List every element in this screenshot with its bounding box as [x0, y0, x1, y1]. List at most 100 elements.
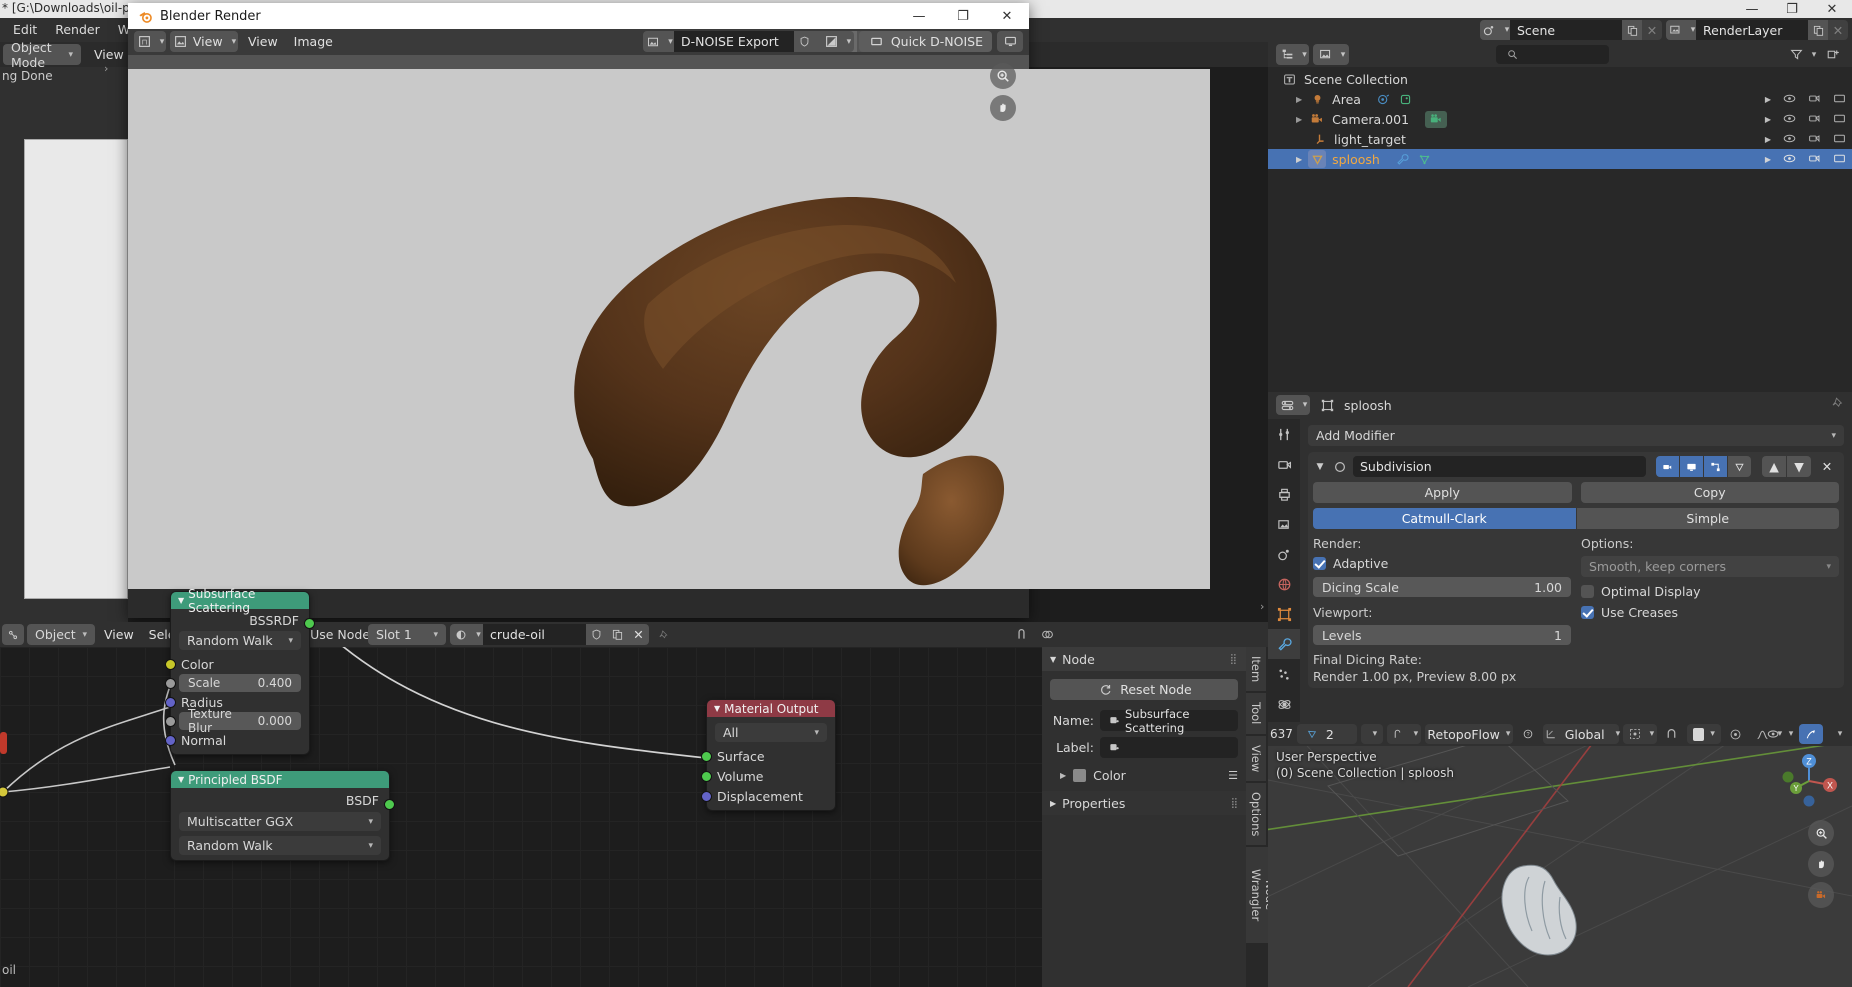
node-header[interactable]: ▼ Subsurface Scattering [171, 587, 309, 615]
tab-tool[interactable] [1268, 419, 1300, 449]
menu-render[interactable]: Render [46, 19, 109, 41]
node-header[interactable]: ▼ Material Output [707, 700, 835, 717]
ntab-item[interactable]: Item [1246, 647, 1266, 692]
socket-normal[interactable] [165, 734, 176, 746]
render-view-menu[interactable]: View [242, 31, 284, 52]
add-modifier-dropdown[interactable]: Add Modifier ▾ [1308, 425, 1844, 446]
display-device-button[interactable] [997, 31, 1023, 52]
shader-editor-type-button[interactable] [2, 624, 24, 645]
grip-icon[interactable]: ⣿ [1231, 798, 1238, 809]
properties-pin-button[interactable] [1832, 397, 1844, 412]
row-toggles-area[interactable]: ▶ [1756, 129, 1846, 149]
modifier-render-toggle[interactable] [1656, 456, 1679, 477]
modifier-apply-button[interactable]: Apply [1313, 482, 1572, 503]
quick-denoise-button[interactable]: Quick D-NOISE [858, 31, 992, 52]
mode-selector[interactable]: Object Mode ▾ [3, 40, 81, 70]
render-slot-button[interactable]: ▾ [819, 31, 854, 52]
socket-bsdf[interactable] [384, 799, 395, 810]
viewlayer-unlink-button[interactable]: ✕ [1828, 20, 1848, 40]
visibility-dropdown[interactable]: ▾ [1762, 724, 1796, 744]
snap-target-dropdown[interactable]: ▾ [1686, 724, 1721, 744]
sss-method-dropdown[interactable]: Random Walk ▾ [179, 631, 301, 650]
pivot-point-dropdown[interactable]: ▾ [1622, 724, 1657, 744]
node-principled-bsdf[interactable]: ▼ Principled BSDF BSDF Multiscatter GGX ▾… [170, 770, 395, 861]
triangle-right-icon[interactable]: ▶ [1060, 771, 1066, 780]
triangle-down-icon[interactable]: ▼ [178, 596, 184, 605]
row-toggles-area[interactable]: ▶ [1756, 109, 1846, 129]
camera-render-icon[interactable] [1808, 132, 1821, 147]
camera-render-icon[interactable] [1808, 112, 1821, 127]
subdiv-simple-button[interactable]: Simple [1576, 508, 1839, 529]
modifier-viewport-toggle[interactable] [1680, 456, 1703, 477]
bg-minimize-button[interactable]: — [1732, 0, 1772, 18]
tab-scene[interactable] [1268, 539, 1300, 569]
properties-editor-type-button[interactable]: ▾ [1276, 395, 1310, 415]
render-maximize-button[interactable]: ❐ [941, 3, 985, 29]
menu-edit[interactable]: Edit [4, 19, 46, 41]
socket-volume[interactable] [701, 770, 712, 782]
row-toggles-area[interactable]: ▶ [1756, 149, 1846, 169]
scene-unlink-button[interactable]: ✕ [1642, 20, 1662, 40]
expand-icon[interactable]: ▶ [1296, 95, 1302, 104]
outliner-editor-type-button[interactable]: ▾ [1276, 44, 1309, 65]
screen-icon[interactable] [1833, 152, 1846, 167]
row-toggles-area[interactable]: ▶ [1756, 89, 1846, 109]
gizmo-dropdown[interactable]: ▾ [1826, 724, 1848, 744]
output-target-dropdown[interactable]: All ▾ [715, 723, 827, 742]
viewlayer-new-button[interactable] [1808, 20, 1828, 40]
subdiv-catmull-clark-button[interactable]: Catmull-Clark [1313, 508, 1576, 529]
tab-render[interactable] [1268, 449, 1300, 479]
socket-scale[interactable] [165, 678, 176, 689]
tab-physics[interactable] [1268, 689, 1300, 719]
navigation-gizmo[interactable]: Z X Y [1780, 752, 1838, 810]
uv-smooth-dropdown[interactable]: Smooth, keep corners ▾ [1581, 556, 1839, 577]
shading-mode-button[interactable]: ▾ [1386, 724, 1421, 744]
material-unlink-button[interactable]: ✕ [628, 624, 649, 645]
proportional-editing-button[interactable] [1725, 724, 1747, 744]
scene-new-button[interactable] [1622, 20, 1642, 40]
zoom-gizmo-button[interactable] [990, 63, 1016, 89]
dicing-scale-slider[interactable]: Dicing Scale 1.00 [1313, 577, 1571, 597]
viewport-camera-gizmo[interactable] [1808, 882, 1834, 908]
node-material-output[interactable]: ▼ Material Output All ▾ Surface Volume Di… [701, 699, 836, 811]
shader-type-dropdown[interactable]: Object ▾ [27, 624, 95, 645]
expand-icon[interactable]: ▶ [1765, 155, 1771, 164]
render-image-menu[interactable]: Image [288, 31, 339, 52]
constraint-icon[interactable] [1397, 90, 1415, 108]
list-icon[interactable]: ☰ [1228, 769, 1238, 782]
modifier-move-up-button[interactable]: ▲ [1762, 456, 1786, 477]
pan-gizmo-button[interactable] [990, 95, 1016, 121]
grip-icon[interactable]: ⣿ [1230, 654, 1238, 665]
adaptive-checkbox[interactable] [1313, 557, 1326, 570]
expand-icon[interactable]: ▶ [1765, 115, 1771, 124]
modifier-icon[interactable] [1394, 150, 1412, 168]
expand-icon[interactable]: ▶ [1296, 115, 1302, 124]
material-new-button[interactable] [607, 624, 628, 645]
triangle-down-icon[interactable]: ▼ [1313, 462, 1327, 472]
snap-icon[interactable] [1012, 625, 1030, 643]
npanel-node-section-header[interactable]: ▼ Node ⣿ [1042, 647, 1246, 671]
reset-node-button[interactable]: Reset Node [1050, 679, 1238, 700]
camera-render-icon[interactable] [1808, 152, 1821, 167]
eye-icon[interactable] [1783, 92, 1796, 107]
levels-slider[interactable]: Levels 1 [1313, 625, 1571, 645]
display-mode-button[interactable]: View ▾ [170, 31, 238, 52]
modifier-delete-button[interactable]: ✕ [1815, 456, 1839, 477]
bg-close-button[interactable]: ✕ [1812, 0, 1852, 18]
node-label-field[interactable] [1100, 737, 1238, 758]
shader-view-menu[interactable]: View [98, 624, 140, 645]
tab-modifier[interactable] [1268, 629, 1300, 659]
socket-surface[interactable] [701, 750, 712, 762]
optimal-display-checkbox[interactable] [1581, 585, 1594, 598]
transform-orientation-dropdown[interactable]: Global ▾ [1542, 724, 1620, 744]
triangle-down-icon[interactable]: ▼ [1050, 655, 1056, 664]
ntab-tool[interactable]: Tool [1246, 693, 1266, 734]
mesh-data-icon[interactable] [1416, 150, 1434, 168]
region-toggle-chevron-icon[interactable]: › [104, 62, 114, 76]
outliner-display-mode-button[interactable]: ▾ [1313, 44, 1349, 65]
tab-view-layer[interactable] [1268, 509, 1300, 539]
scene-datablock-selector[interactable]: ▾ Scene ✕ [1480, 20, 1662, 40]
help-button[interactable]: ? [1517, 724, 1539, 744]
socket-displacement[interactable] [701, 790, 712, 802]
ntab-options[interactable]: Options [1246, 782, 1266, 846]
